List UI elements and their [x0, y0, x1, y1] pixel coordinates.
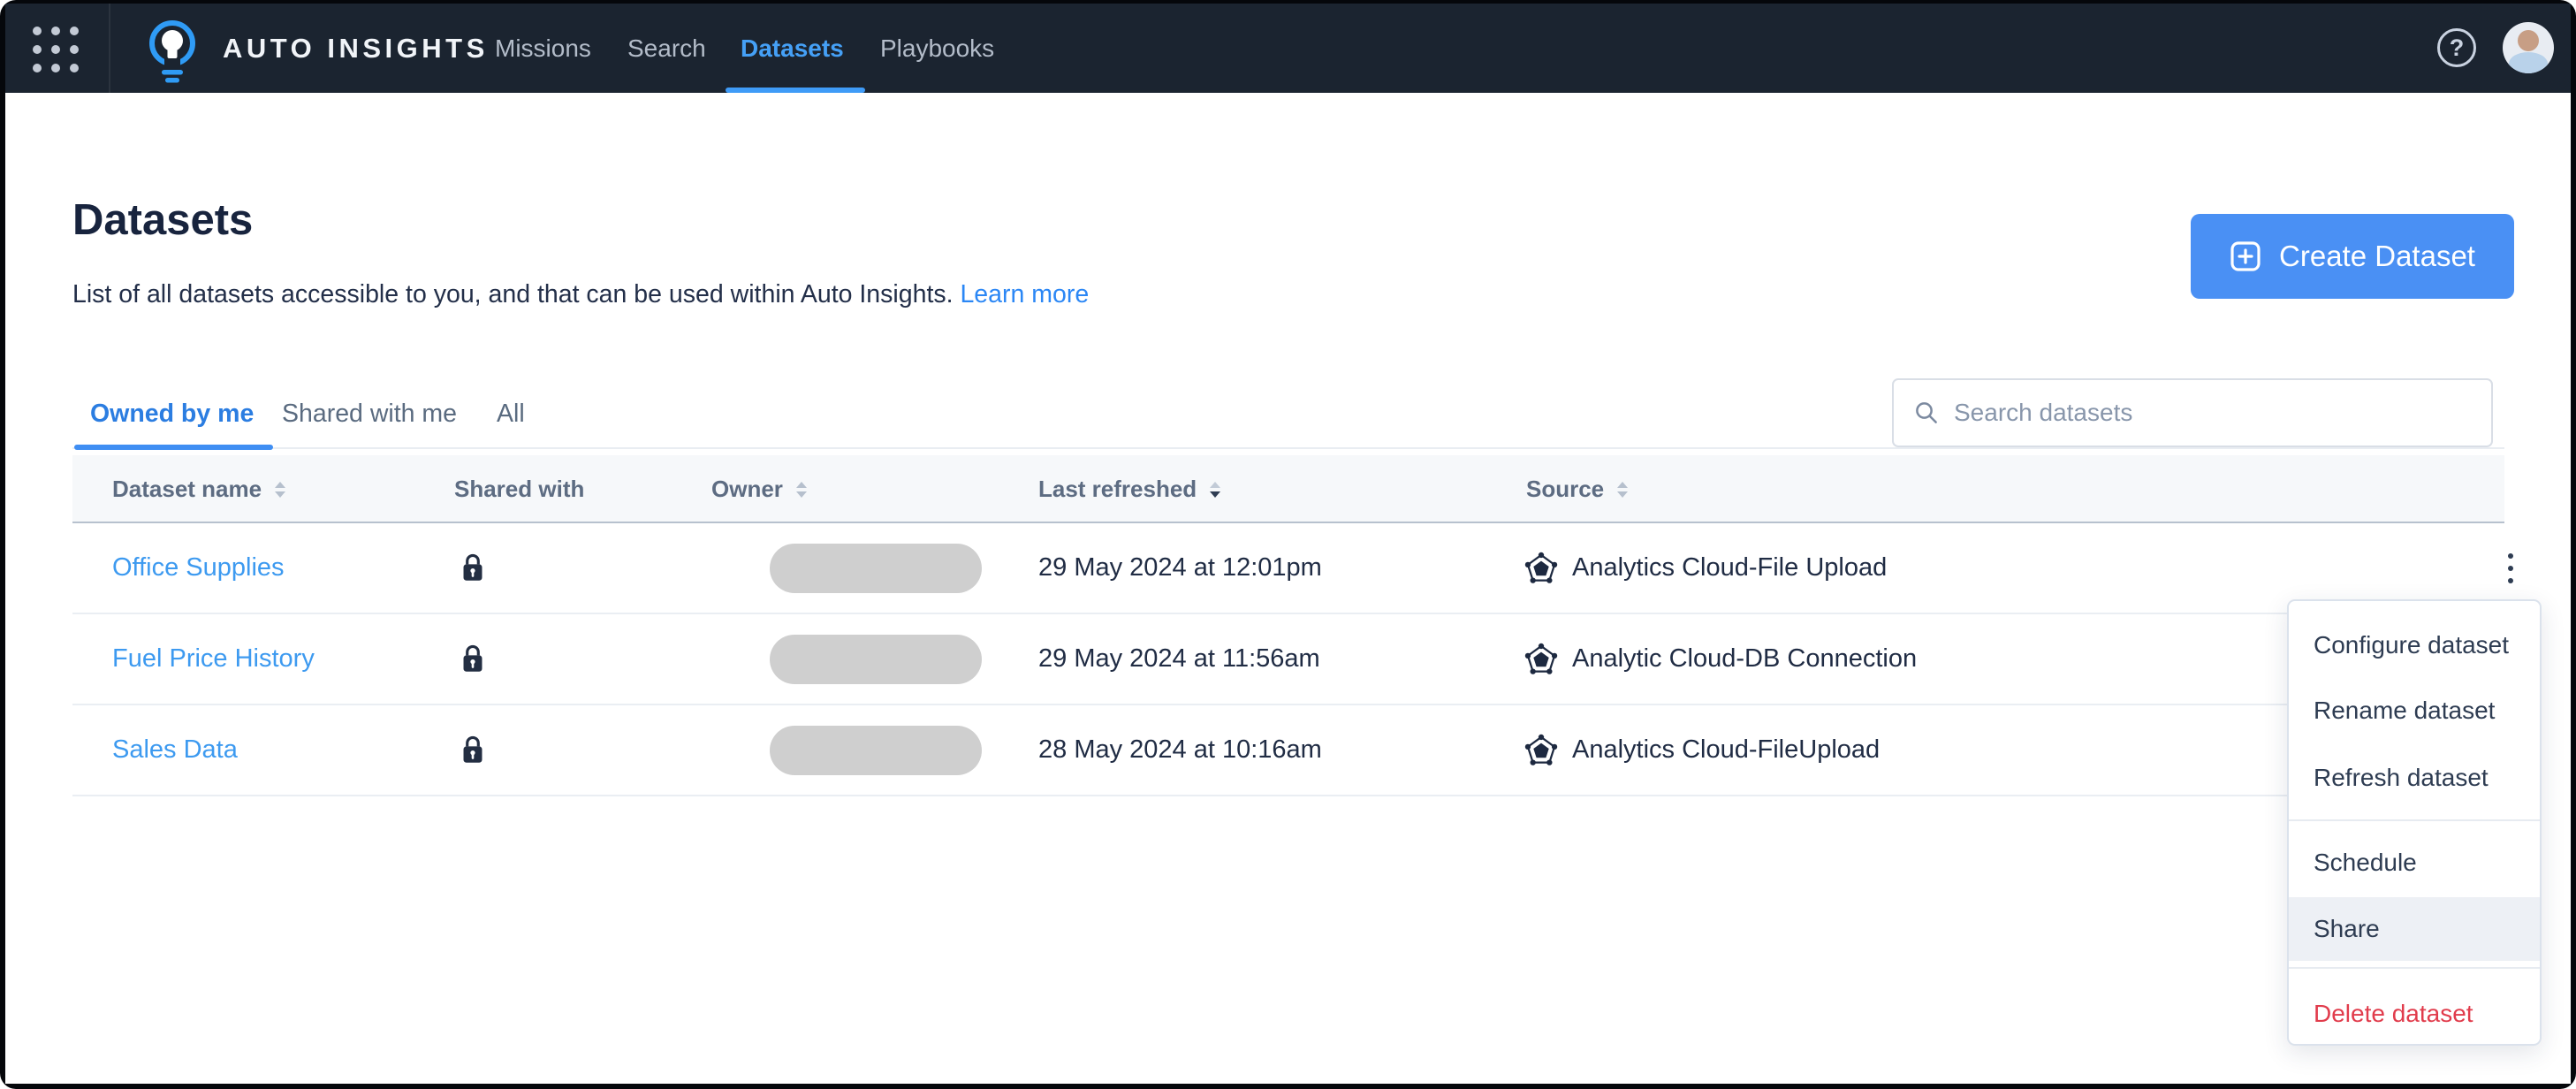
column-label: Owner — [711, 476, 783, 502]
sort-icon-desc-active — [1209, 481, 1221, 499]
dataset-name-cell: Office Supplies — [112, 523, 285, 613]
last-refreshed-value: 29 May 2024 at 11:56am — [1038, 644, 1320, 673]
nav-item-datasets[interactable]: Datasets — [741, 4, 844, 93]
sort-icon — [1616, 481, 1629, 499]
menu-item-configure-dataset[interactable]: Configure dataset — [2289, 613, 2540, 678]
column-header-last-refreshed[interactable]: Last refreshed — [1038, 455, 1221, 523]
user-avatar[interactable] — [2503, 22, 2554, 73]
owner-redacted-pill — [770, 544, 982, 593]
source-cell: Analytic Cloud-DB Connection — [1524, 614, 1917, 704]
tab-all[interactable]: All — [497, 393, 525, 434]
table-row: Office Supplies 29 May 2024 at 12:01pm A… — [72, 523, 2513, 614]
search-datasets-input[interactable] — [1952, 398, 2472, 428]
tabbar-border — [72, 447, 2504, 449]
menu-item-schedule[interactable]: Schedule — [2289, 830, 2540, 895]
active-tab-underline — [74, 445, 273, 450]
shared-with-cell — [459, 705, 487, 795]
table-row: Fuel Price History 29 May 2024 at 11:56a… — [72, 614, 2504, 705]
create-dataset-label: Create Dataset — [2279, 240, 2475, 272]
dataset-link[interactable]: Office Supplies — [112, 553, 285, 583]
last-refreshed-value: 28 May 2024 at 10:16am — [1038, 735, 1322, 764]
tab-owned-by-me[interactable]: Owned by me — [90, 393, 254, 434]
tab-shared-with-me[interactable]: Shared with me — [282, 393, 457, 434]
column-header-owner[interactable]: Owner — [711, 455, 808, 523]
menu-item-delete-dataset[interactable]: Delete dataset — [2289, 981, 2540, 1047]
source-value: Analytic Cloud-DB Connection — [1572, 644, 1918, 673]
page-title: Datasets — [72, 196, 254, 244]
column-header-source[interactable]: Source — [1526, 455, 1629, 523]
shared-with-cell — [459, 614, 487, 704]
row-actions-kebab-icon[interactable] — [2499, 546, 2522, 590]
nav-divider — [109, 4, 110, 93]
table-row: Sales Data 28 May 2024 at 10:16am Analyt… — [72, 705, 2504, 796]
sort-icon — [795, 481, 808, 499]
help-icon[interactable]: ? — [2437, 28, 2476, 67]
main-content: Datasets List of all datasets accessible… — [5, 93, 2571, 1084]
menu-item-refresh-dataset[interactable]: Refresh dataset — [2289, 745, 2540, 811]
nav-item-missions[interactable]: Missions — [495, 4, 591, 93]
search-datasets-box — [1892, 378, 2493, 447]
menu-divider — [2289, 819, 2540, 821]
column-label: Source — [1526, 476, 1605, 502]
avatar-shoulders — [2509, 52, 2548, 73]
lightbulb-logo-icon[interactable] — [146, 18, 201, 85]
column-label: Shared with — [454, 476, 585, 502]
app-window: AUTO INSIGHTS Missions Search Datasets P… — [0, 0, 2576, 1089]
analytics-cloud-icon — [1524, 734, 1558, 765]
last-refreshed-cell: 29 May 2024 at 11:56am — [1038, 614, 1320, 704]
source-value: Analytics Cloud-File Upload — [1572, 553, 1888, 582]
page-subtitle: List of all datasets accessible to you, … — [72, 280, 1089, 309]
dataset-link[interactable]: Fuel Price History — [112, 644, 315, 674]
learn-more-link[interactable]: Learn more — [960, 280, 1089, 308]
top-nav: AUTO INSIGHTS Missions Search Datasets P… — [5, 4, 2571, 93]
analytics-cloud-icon — [1524, 643, 1558, 674]
lock-icon — [463, 735, 483, 763]
dataset-context-menu: Configure dataset Rename dataset Refresh… — [2287, 599, 2542, 1046]
nav-item-search[interactable]: Search — [627, 4, 706, 93]
analytics-cloud-icon — [1524, 552, 1558, 583]
source-value: Analytics Cloud-FileUpload — [1572, 735, 1881, 764]
plus-square-icon — [2230, 241, 2261, 271]
create-dataset-button[interactable]: Create Dataset — [2191, 214, 2514, 299]
menu-item-rename-dataset[interactable]: Rename dataset — [2289, 678, 2540, 743]
dataset-link[interactable]: Sales Data — [112, 735, 238, 765]
app-grid-icon[interactable] — [33, 27, 79, 72]
table-header-row: Dataset name Shared with Owner Last refr… — [72, 455, 2504, 523]
sort-icon — [274, 481, 286, 499]
owner-redacted-pill — [770, 635, 982, 684]
column-header-shared-with: Shared with — [454, 455, 584, 523]
avatar-head — [2518, 30, 2539, 51]
menu-divider — [2289, 967, 2540, 969]
source-cell: Analytics Cloud-FileUpload — [1524, 705, 1880, 795]
last-refreshed-cell: 28 May 2024 at 10:16am — [1038, 705, 1322, 795]
last-refreshed-cell: 29 May 2024 at 12:01pm — [1038, 523, 1322, 613]
shared-with-cell — [459, 523, 487, 613]
lock-icon — [463, 644, 483, 672]
last-refreshed-value: 29 May 2024 at 12:01pm — [1038, 553, 1322, 582]
subtitle-text: List of all datasets accessible to you, … — [72, 280, 954, 308]
column-header-dataset-name[interactable]: Dataset name — [112, 455, 286, 523]
column-label: Dataset name — [112, 476, 262, 502]
brand-title: AUTO INSIGHTS — [223, 32, 489, 64]
search-icon — [1916, 402, 1937, 423]
menu-item-share[interactable]: Share — [2289, 897, 2540, 961]
owner-redacted-pill — [770, 726, 982, 775]
source-cell: Analytics Cloud-File Upload — [1524, 523, 1887, 613]
lock-icon — [463, 553, 483, 581]
dataset-name-cell: Sales Data — [112, 705, 238, 795]
nav-item-playbooks[interactable]: Playbooks — [880, 4, 994, 93]
column-label: Last refreshed — [1038, 476, 1197, 502]
dataset-name-cell: Fuel Price History — [112, 614, 315, 704]
